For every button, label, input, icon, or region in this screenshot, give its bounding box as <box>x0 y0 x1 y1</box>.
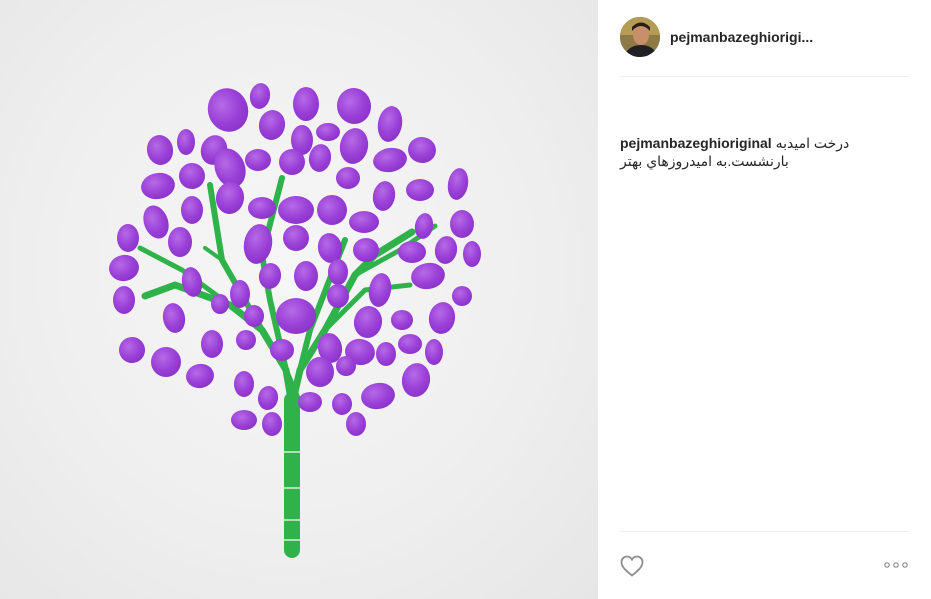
fingerprint-leaf <box>298 392 322 412</box>
fingerprint-leaf <box>294 261 318 291</box>
fingerprint-leaf <box>398 241 426 263</box>
caption-username[interactable]: pejmanbazeghioriginal <box>620 135 772 151</box>
fingerprint-leaf <box>231 410 257 430</box>
fingerprint-leaf <box>249 83 271 109</box>
fingerprint-leaf <box>306 357 334 387</box>
fingerprint-leaf <box>425 339 443 365</box>
fingerprint-leaf <box>391 310 413 330</box>
avatar[interactable] <box>620 17 660 57</box>
fingerprint-leaf <box>283 225 309 251</box>
fingerprint-leaf <box>353 306 383 338</box>
fingerprint-leaf <box>339 128 369 164</box>
fingerprint-leaf <box>117 224 139 252</box>
fingerprint-leaf <box>368 273 392 307</box>
fingerprint-leaf <box>293 87 319 121</box>
fingerprint-leaf <box>151 347 181 377</box>
fingerprint-leaf <box>168 227 192 257</box>
fingerprint-leaf <box>349 211 379 233</box>
fingerprint-leaf <box>258 110 286 140</box>
caption-text-line1: درخت امیدبه <box>775 135 850 151</box>
post-sidebar: pejmanbazeghiorigi... pejmanbazeghiorigi… <box>598 0 931 599</box>
fingerprint-leaf <box>211 294 229 314</box>
fingerprint-leaf <box>411 262 445 290</box>
fingerprint-leaf <box>452 286 472 306</box>
fingerprint-leaf <box>230 280 250 308</box>
fingerprint-leaf <box>428 302 456 334</box>
fingerprint-leaf <box>434 236 458 264</box>
fingerprint-leaf <box>234 371 254 397</box>
fingerprint-leaf <box>353 238 379 262</box>
fingerprint-leaf <box>207 88 249 132</box>
fingerprint-leaf <box>257 386 279 410</box>
fingerprint-leaf <box>463 241 481 267</box>
caption-text-line2: بارنشست.به امیدروزهاي بهتر <box>620 153 789 169</box>
fingerprint-leaf <box>141 172 175 200</box>
fingerprint-leaf <box>215 182 245 214</box>
fingerprint-leaf <box>332 393 352 415</box>
fingerprint-leaf <box>327 284 349 308</box>
fingerprint-leaf <box>143 205 169 239</box>
fingerprint-leaf <box>248 197 276 219</box>
fingerprint-leaf <box>179 163 205 189</box>
fingerprint-leaf <box>119 337 145 363</box>
fingerprint-leaf <box>262 412 282 436</box>
fingerprint-leaf <box>317 195 347 225</box>
fingerprint-leaf <box>372 181 396 211</box>
fingerprint-leaf <box>276 298 316 334</box>
more-dots-icon[interactable] <box>883 560 909 570</box>
username-link[interactable]: pejmanbazeghiorigi... <box>670 29 813 45</box>
post-image[interactable] <box>0 0 598 599</box>
post-header: pejmanbazeghiorigi... <box>620 17 909 77</box>
fingerprint-leaf <box>401 363 431 397</box>
fingerprint-leaf <box>373 147 407 173</box>
fingerprint-leaf <box>162 303 186 333</box>
fingerprint-leaf <box>186 363 214 389</box>
fingerprint-leaf <box>398 334 422 354</box>
post-actions <box>620 531 909 599</box>
fingerprint-leaf <box>346 412 366 436</box>
fingerprint-leaf <box>258 263 282 289</box>
post-caption: pejmanbazeghioriginal درخت امیدبه بارنشس… <box>620 134 909 170</box>
fingerprint-leaf <box>270 339 294 361</box>
fingerprint-leaf <box>447 168 469 200</box>
fingerprint-leaf <box>316 123 340 141</box>
heart-outline-icon[interactable] <box>620 555 644 577</box>
fingerprint-leaf <box>245 149 271 171</box>
fingerprint-leaf <box>408 136 436 164</box>
tree-illustration <box>109 83 481 558</box>
fingerprint-leaf <box>177 129 195 155</box>
fingerprint-leaf <box>181 196 203 224</box>
fingerprint-leaf <box>376 342 396 366</box>
fingerprint-leaf <box>450 210 474 238</box>
fingerprint-leaf <box>336 167 360 189</box>
fingerprint-leaf <box>244 305 264 327</box>
fingerprint-leaf <box>109 254 139 282</box>
fingerprint-leaf <box>146 135 174 165</box>
fingerprint-leaf <box>377 106 403 142</box>
fingerprint-leaf <box>328 259 348 285</box>
fingerprint-leaf <box>361 382 395 410</box>
fingerprint-leaf <box>336 356 356 376</box>
fingerprint-leaf <box>278 196 314 224</box>
fingerprint-leaf <box>113 286 135 314</box>
fingerprint-leaf <box>236 330 256 350</box>
fingerprint-leaf <box>201 330 223 358</box>
fingerprint-leaf <box>279 149 305 175</box>
avatar-photo <box>620 17 660 57</box>
fingerprint-leaf <box>336 88 372 124</box>
fingerprint-leaf <box>406 179 434 201</box>
